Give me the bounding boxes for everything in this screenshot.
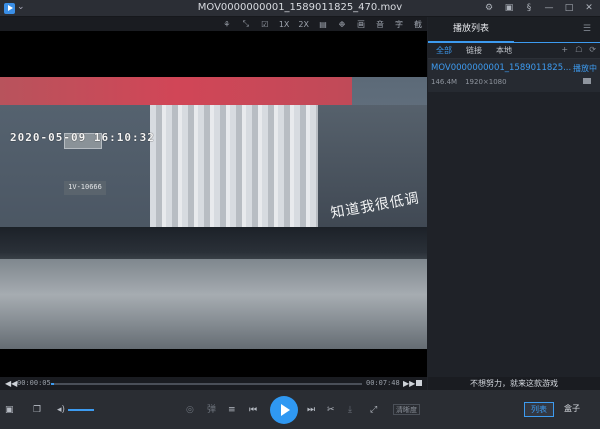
control-bar: ▣ ❐ ◂) ◎ 弹 ≡ ⏮ ⏭ ✂ ⤓ ⤢ 清晰度 列表 盒子 <box>0 390 600 429</box>
video-timestamp: 2020-05-09 16:10:32 <box>10 131 155 144</box>
box-button[interactable]: 盒子 <box>558 402 586 417</box>
mini-mode-icon[interactable]: ▣ <box>502 1 516 15</box>
playlist-header: 播放列表 ☰ <box>428 17 600 43</box>
table-surface <box>0 259 427 349</box>
playlist-panel: 播放列表 ☰ 全部 链接 本地 + ☖ ⟳ MOV0000000001_1589… <box>428 17 600 390</box>
settings-icon[interactable]: ⚙ <box>482 1 496 15</box>
next-icon[interactable]: ⏭ <box>307 404 315 416</box>
progress-row: ◀◀ 00:00:05 00:07:48 ▶▶ <box>0 377 427 390</box>
window-curtain <box>150 105 318 245</box>
quality-button[interactable]: 清晰度 <box>393 404 420 415</box>
total-time: 00:07:48 <box>366 379 400 387</box>
pin-toolbar-icon[interactable]: ⚘ <box>222 20 232 29</box>
cut-icon[interactable]: ✂ <box>327 404 335 416</box>
right-wall <box>318 105 427 245</box>
tab-playlist[interactable]: 播放列表 <box>428 17 514 43</box>
play-button[interactable] <box>270 396 298 424</box>
picture-button[interactable]: 画 <box>356 19 366 30</box>
equalizer-icon[interactable]: ≡ <box>228 404 236 416</box>
file-size: 146.4M <box>431 78 458 86</box>
danmaku-button[interactable]: 弹 <box>207 404 216 416</box>
fit-icon[interactable]: ⤡ <box>241 19 251 29</box>
list-button[interactable]: 列表 <box>524 402 554 417</box>
rewind-icon[interactable]: ◀◀ <box>5 379 17 388</box>
video-player[interactable]: 1V-10666 知道我很低调 2020-05-09 16:10:32 <box>0 31 427 377</box>
tab-local[interactable]: 本地 <box>496 45 512 56</box>
zoom-1x-button[interactable]: 1X <box>279 20 290 29</box>
left-wall <box>0 105 150 245</box>
playing-badge: 播放中 <box>573 64 597 73</box>
playlist-actions: + ☖ ⟳ <box>561 45 596 54</box>
seek-bar-fill <box>51 383 55 385</box>
tab-links[interactable]: 链接 <box>466 45 482 56</box>
screenshot-button[interactable]: 截 <box>413 19 423 30</box>
video-frame: 1V-10666 知道我很低调 2020-05-09 16:10:32 <box>0 77 427 349</box>
download-icon[interactable]: ⤓ <box>348 404 352 416</box>
minimize-icon[interactable]: — <box>542 1 556 15</box>
forward-icon[interactable]: ▶▶ <box>403 379 415 388</box>
resolution: 1920×1080 <box>465 78 507 86</box>
open-folder-icon[interactable]: ❐ <box>33 404 41 416</box>
pin-icon[interactable]: § <box>522 1 536 15</box>
volume-slider[interactable] <box>68 409 94 411</box>
file-icon[interactable]: ☖ <box>575 45 582 54</box>
current-time: 00:00:05 <box>17 379 51 387</box>
refresh-icon[interactable]: ⟳ <box>589 45 596 54</box>
ad-text[interactable]: 不想努力，就来这款游戏 <box>428 377 600 390</box>
playlist-item-name: MOV0000000001_1589011825... <box>431 63 571 73</box>
seek-bar[interactable] <box>51 383 362 385</box>
audio-button[interactable]: 音 <box>375 19 385 30</box>
fullscreen-icon[interactable]: ⤢ <box>370 404 377 416</box>
video-toolbar: ⚘ ⤡ ☑ 1X 2X ▤ ❉ 画 音 字 截 <box>0 17 427 31</box>
stop-icon[interactable] <box>416 380 422 386</box>
red-banner <box>0 77 352 107</box>
playlist-item-meta: 146.4M 1920×1080 <box>431 78 597 86</box>
playlist-item-row: MOV0000000001_1589011825... 播放中 <box>431 63 597 74</box>
previous-icon[interactable]: ⏮ <box>249 404 257 416</box>
folder-icon[interactable] <box>583 78 591 84</box>
volume-icon[interactable]: ◂) <box>57 404 65 416</box>
ratio-icon[interactable]: ☑ <box>260 20 270 29</box>
playlist-filter-tabs: 全部 链接 本地 + ☖ ⟳ <box>428 43 600 59</box>
layout-icon[interactable]: ▤ <box>318 20 328 29</box>
subtitle-button[interactable]: 字 <box>394 19 404 30</box>
zoom-2x-button[interactable]: 2X <box>298 20 309 29</box>
list-menu-icon[interactable]: ☰ <box>583 24 591 34</box>
playlist-item[interactable]: MOV0000000001_1589011825... 播放中 146.4M 1… <box>428 59 600 92</box>
close-icon[interactable]: ✕ <box>582 1 596 15</box>
window-controls: ⚙ ▣ § — □ ✕ <box>482 1 596 15</box>
maximize-icon[interactable]: □ <box>562 1 576 15</box>
box-icon[interactable]: ▣ <box>5 404 14 416</box>
tab-all[interactable]: 全部 <box>436 45 452 56</box>
eye-icon[interactable]: ◎ <box>186 404 194 416</box>
brightness-icon[interactable]: ❉ <box>337 20 347 29</box>
title-bar: ⌄ MOV0000000001_1589011825_470.mov ⚙ ▣ §… <box>0 0 600 17</box>
plate-sign: 1V-10666 <box>64 181 106 195</box>
add-icon[interactable]: + <box>561 45 568 54</box>
